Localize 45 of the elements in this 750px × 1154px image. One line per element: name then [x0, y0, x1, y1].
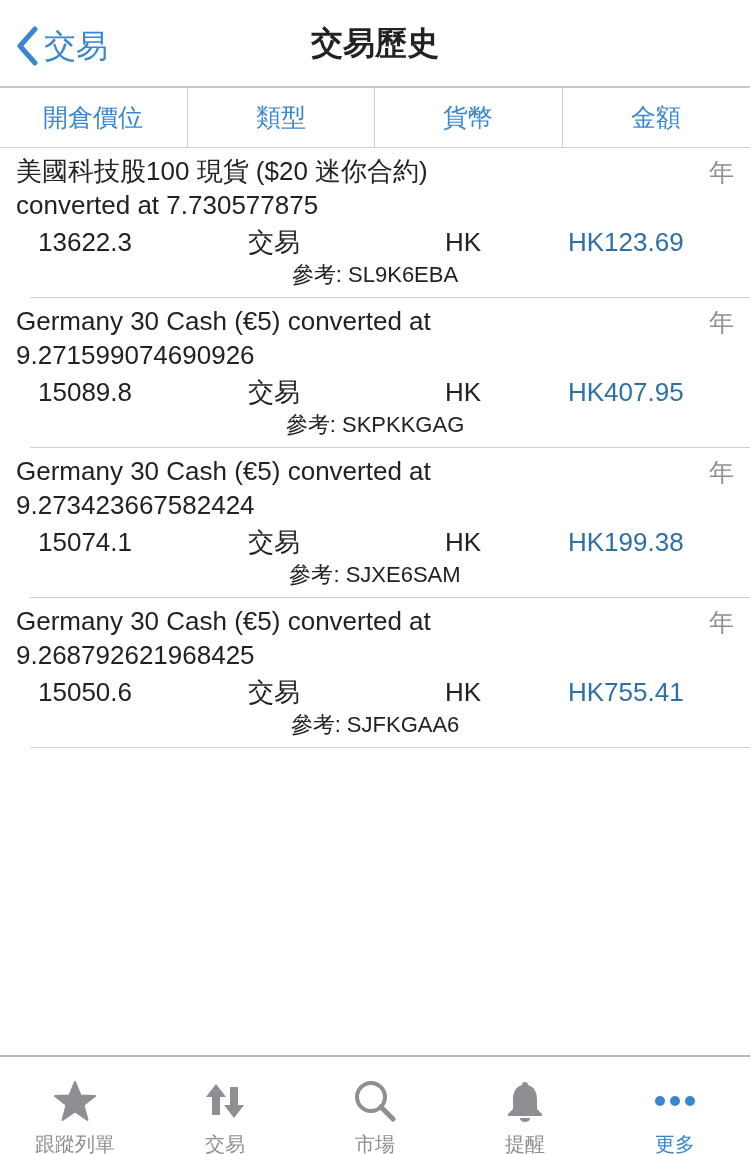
reference-text: 參考: SKPKKGAG: [285, 412, 465, 437]
instrument-title: 美國科技股100 現貨 ($20 迷你合約) converted at 7.730577875: [16, 155, 429, 222]
price-text: 15089.8: [38, 376, 133, 409]
column-header[interactable]: 貨幣: [375, 88, 563, 147]
type-text: 交易: [248, 376, 301, 409]
type-text: 交易: [248, 676, 301, 709]
period-label: 年: [709, 457, 734, 488]
period-label: 年: [709, 157, 734, 188]
price-text: 15050.6: [38, 676, 133, 709]
column-header[interactable]: 類型: [187, 88, 375, 147]
tab-bar-item[interactable]: 市場: [300, 1057, 450, 1154]
price-text: 13622.3: [38, 226, 133, 259]
type-text: 交易: [248, 226, 301, 259]
price-text: 15074.1: [38, 526, 133, 559]
tab-bar-item[interactable]: 交易: [150, 1057, 300, 1154]
currency-text: HK: [445, 376, 483, 409]
period-label: 年: [709, 607, 734, 638]
amount-text: HK123.69: [568, 226, 685, 259]
type-text: 交易: [248, 526, 301, 559]
tab-bar-item[interactable]: 跟蹤列單: [0, 1057, 150, 1154]
tab-bar-item[interactable]: 更多: [600, 1057, 750, 1154]
star-icon: [53, 1080, 97, 1122]
amount-text: HK755.41: [568, 676, 685, 709]
bell-icon: [506, 1080, 544, 1122]
currency-text: HK: [445, 676, 483, 709]
instrument-title: Germany 30 Cash (€5) converted at 9.268792621968425: [16, 605, 432, 672]
reference-text: 參考: SJFKGAA6: [290, 712, 460, 737]
back-button[interactable]: 交易: [16, 22, 108, 70]
column-header[interactable]: 金額: [562, 88, 750, 147]
search-icon: [354, 1080, 396, 1122]
tab-bar-item[interactable]: 提醒: [450, 1057, 600, 1154]
reference-text: 參考: SL9K6EBA: [291, 262, 459, 287]
period-label: 年: [709, 307, 734, 338]
column-header[interactable]: 開倉價位: [0, 88, 188, 147]
currency-text: HK: [445, 526, 483, 559]
amount-text: HK199.38: [568, 526, 685, 559]
instrument-title: Germany 30 Cash (€5) converted at 9.273423667582424: [16, 455, 432, 522]
more-dots-icon: [654, 1095, 696, 1107]
instrument-title: Germany 30 Cash (€5) converted at 9.271599074690926: [16, 305, 432, 372]
page-title: 交易歷史: [311, 24, 439, 63]
reference-text: 參考: SJXE6SAM: [289, 562, 461, 587]
currency-text: HK: [445, 226, 483, 259]
up-down-arrows-icon: [205, 1083, 245, 1119]
back-chevron-icon: [16, 26, 38, 66]
amount-text: HK407.95: [568, 376, 685, 409]
